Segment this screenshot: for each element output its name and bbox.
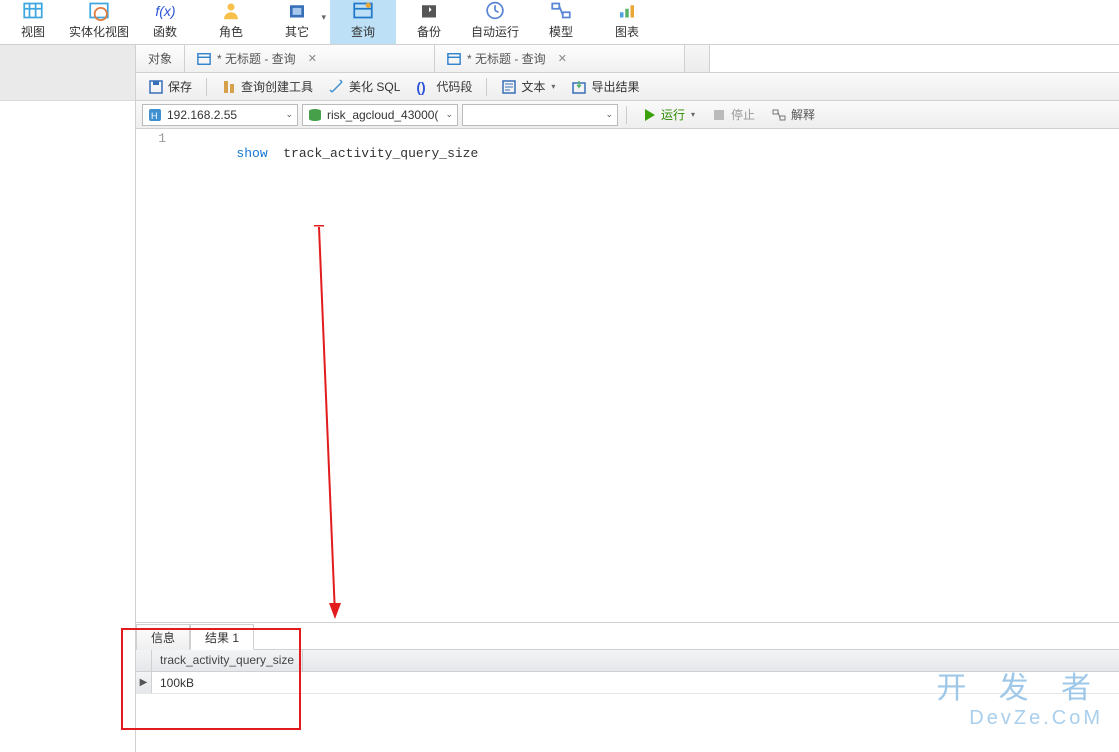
parentheses-icon: () xyxy=(416,79,432,95)
table-icon xyxy=(19,0,47,21)
beautify-sql-button[interactable]: 美化 SQL xyxy=(323,76,406,97)
db-host-icon: H xyxy=(147,107,163,123)
cell-value[interactable]: 100kB xyxy=(152,673,202,693)
line-numbers: 1 xyxy=(136,129,174,622)
ribbon-toolbar: 视图 实体化视图 f(x) 函数 角色 其它 ▾ 查询 备份 自动运行 模型 图… xyxy=(0,0,1119,45)
role-icon xyxy=(217,0,245,21)
ribbon-chart[interactable]: 图表 xyxy=(594,0,660,44)
chevron-down-icon: ⌄ xyxy=(605,109,613,120)
query-icon xyxy=(349,0,377,21)
sidebar-grey-block xyxy=(0,45,135,101)
separator xyxy=(486,78,487,96)
svg-text:f(x): f(x) xyxy=(155,3,175,19)
close-icon[interactable]: ✕ xyxy=(308,52,317,65)
tab-info[interactable]: 信息 xyxy=(136,624,190,650)
text-icon xyxy=(501,79,517,95)
query-tab-icon xyxy=(197,52,211,66)
chart-icon xyxy=(613,0,641,21)
close-icon[interactable]: ✕ xyxy=(558,52,567,65)
ribbon-autorun[interactable]: 自动运行 xyxy=(462,0,528,44)
ribbon-other[interactable]: 其它 ▾ xyxy=(264,0,330,44)
tab-result-1[interactable]: 结果 1 xyxy=(190,624,254,650)
tab-bar: 对象 * 无标题 - 查询 ✕ * 无标题 - 查询 ✕ xyxy=(136,45,1119,73)
export-icon xyxy=(571,79,587,95)
code-snippet-button[interactable]: () 代码段 xyxy=(410,76,478,97)
sql-keyword: show xyxy=(236,146,267,161)
main-area: 对象 * 无标题 - 查询 ✕ * 无标题 - 查询 ✕ 保存 查询创建工具 美… xyxy=(135,45,1119,752)
grid-row[interactable]: ▶ 100kB xyxy=(136,672,1119,694)
stop-button[interactable]: 停止 xyxy=(705,104,761,125)
separator xyxy=(626,106,627,124)
tab-objects[interactable]: 对象 xyxy=(136,45,185,72)
stop-icon xyxy=(711,107,727,123)
function-icon: f(x) xyxy=(151,0,179,21)
sub-toolbar-2: H 192.168.2.55 ⌄ risk_agcloud_43000( ⌄ ⌄… xyxy=(136,101,1119,129)
tab-query-1[interactable]: * 无标题 - 查询 ✕ xyxy=(185,45,435,72)
sql-editor[interactable]: 1 show track_activity_query_size xyxy=(136,129,1119,622)
chevron-down-icon: ▾ xyxy=(551,82,555,91)
results-panel: 信息 结果 1 track_activity_query_size ▶ 100k… xyxy=(136,622,1119,741)
ribbon-model[interactable]: 模型 xyxy=(528,0,594,44)
result-grid: track_activity_query_size ▶ 100kB xyxy=(136,649,1119,694)
ribbon-backup[interactable]: 备份 xyxy=(396,0,462,44)
explain-icon xyxy=(771,107,787,123)
query-tab-icon xyxy=(447,52,461,66)
address-bar[interactable] xyxy=(709,45,1119,72)
clock-icon xyxy=(481,0,509,21)
connection-dropdown[interactable]: H 192.168.2.55 ⌄ xyxy=(142,104,298,126)
chevron-down-icon: ▾ xyxy=(321,12,326,23)
ribbon-query[interactable]: 查询 xyxy=(330,0,396,44)
magic-icon xyxy=(329,79,345,95)
run-button[interactable]: 运行 ▾ xyxy=(635,104,701,125)
ribbon-function[interactable]: f(x) 函数 xyxy=(132,0,198,44)
grid-corner xyxy=(136,650,152,671)
sub-toolbar-1: 保存 查询创建工具 美化 SQL () 代码段 文本 ▾ 导出结果 xyxy=(136,73,1119,101)
column-header[interactable]: track_activity_query_size xyxy=(152,650,303,671)
play-icon xyxy=(641,107,657,123)
separator xyxy=(206,78,207,96)
explain-button[interactable]: 解释 xyxy=(765,104,821,125)
sidebar xyxy=(0,45,135,752)
ribbon-view[interactable]: 视图 xyxy=(0,0,66,44)
ribbon-materialized-view[interactable]: 实体化视图 xyxy=(66,0,132,44)
chevron-down-icon: ⌄ xyxy=(285,109,293,120)
mat-view-icon xyxy=(85,0,113,21)
other-icon xyxy=(283,0,311,21)
chevron-down-icon: ⌄ xyxy=(445,109,453,120)
save-icon xyxy=(148,79,164,95)
export-result-button[interactable]: 导出结果 xyxy=(565,76,645,97)
model-icon xyxy=(547,0,575,21)
grid-header: track_activity_query_size xyxy=(136,650,1119,672)
code-area[interactable]: show track_activity_query_size xyxy=(174,129,1119,622)
row-marker-icon: ▶ xyxy=(136,672,152,693)
tab-query-2[interactable]: * 无标题 - 查询 ✕ xyxy=(435,45,685,72)
ribbon-role[interactable]: 角色 xyxy=(198,0,264,44)
database-dropdown[interactable]: risk_agcloud_43000( ⌄ xyxy=(302,104,458,126)
text-button[interactable]: 文本 ▾ xyxy=(495,76,561,97)
svg-text:H: H xyxy=(151,111,158,121)
chevron-down-icon: ▾ xyxy=(691,110,695,119)
line-number: 1 xyxy=(136,131,166,146)
database-icon xyxy=(307,107,323,123)
query-builder-button[interactable]: 查询创建工具 xyxy=(215,76,319,97)
schema-dropdown[interactable]: ⌄ xyxy=(462,104,618,126)
backup-icon xyxy=(415,0,443,21)
builder-icon xyxy=(221,79,237,95)
save-button[interactable]: 保存 xyxy=(142,76,198,97)
sql-identifier: track_activity_query_size xyxy=(283,146,478,161)
